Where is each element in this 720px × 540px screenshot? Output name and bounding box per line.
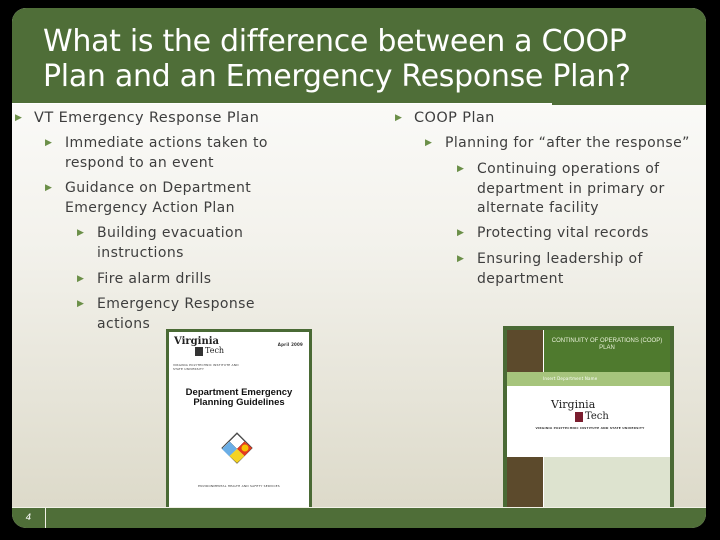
emergency-guidelines-cover-image: Virginia Tech April 2009 VIRGINIA POLYTE… (166, 329, 312, 515)
slide: What is the difference between a COOP Pl… (12, 8, 706, 528)
vt-logo-mark-icon (575, 412, 583, 422)
right-subitem: ▶ Continuing operations of department in… (457, 161, 665, 216)
coop-doc-subtitle: Insert Department Name (543, 376, 598, 381)
coop-doc-institution: VIRGINIA POLYTECHNIC INSTITUTE AND STATE… (535, 426, 645, 430)
doc-date: April 2009 (277, 342, 303, 347)
left-heading-bullet: ▶ VT Emergency Response Plan (15, 109, 260, 129)
bullet-arrow-icon: ▶ (395, 113, 403, 123)
title-bar-accent (552, 102, 706, 105)
bullet-arrow-icon: ▶ (457, 164, 465, 174)
vt-logo: Virginia (551, 398, 596, 411)
right-subitem: ▶ Protecting vital records (457, 224, 677, 244)
slide-footer: 4 (12, 507, 706, 528)
title-bar: What is the difference between a COOP Pl… (12, 8, 706, 104)
left-subitem: ▶ Building evacuation instructions (77, 225, 244, 261)
bullet-arrow-icon: ▶ (425, 138, 433, 148)
left-heading: VT Emergency Response Plan (34, 110, 260, 126)
bullet-arrow-icon: ▶ (457, 254, 465, 264)
cover-brown-block (507, 330, 543, 372)
doc-title: Department Emergency Planning Guidelines (185, 387, 293, 408)
bullet-arrow-icon: ▶ (45, 138, 53, 148)
right-item: ▶ Planning for “after the response” (425, 134, 705, 154)
bullet-arrow-icon: ▶ (15, 113, 23, 123)
left-item: ▶ Immediate actions taken to respond to … (45, 135, 268, 171)
right-heading-bullet: ▶ COOP Plan (395, 109, 495, 129)
slide-title: What is the difference between a COOP Pl… (43, 24, 631, 94)
left-item: ▶ Guidance on Department Emergency Actio… (45, 180, 252, 216)
page-number: 4 (12, 508, 46, 528)
right-heading: COOP Plan (414, 110, 495, 126)
coop-doc-title: CONTINUITY OF OPERATIONS (COOP) PLAN (551, 338, 663, 351)
right-subitem: ▶ Ensuring leadership of department (457, 251, 643, 287)
left-subitem: ▶ Fire alarm drills (77, 270, 267, 290)
bullet-arrow-icon: ▶ (77, 274, 85, 284)
bullet-arrow-icon: ▶ (457, 228, 465, 238)
bullet-arrow-icon: ▶ (77, 299, 85, 309)
bullet-arrow-icon: ▶ (45, 183, 53, 193)
vt-logo-mark-icon (195, 347, 203, 356)
hazard-diamond-icon (221, 432, 253, 464)
doc-footer: ENVIRONMENTAL HEALTH AND SAFETY SERVICES (198, 484, 280, 488)
coop-plan-cover-image: CONTINUITY OF OPERATIONS (COOP) PLAN Ins… (503, 326, 674, 515)
doc-institution: VIRGINIA POLYTECHNIC INSTITUTE AND STATE… (173, 363, 239, 371)
bullet-arrow-icon: ▶ (77, 228, 85, 238)
